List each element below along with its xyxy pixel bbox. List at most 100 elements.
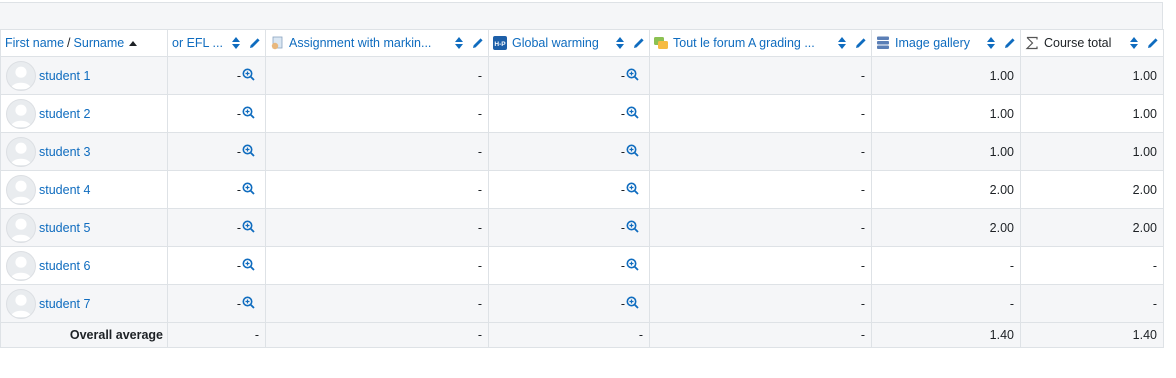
student-name-link[interactable]: student 7 — [39, 297, 90, 311]
student-row: student 5- - - -2.00 2.00 — [0, 208, 1164, 247]
grade-cell[interactable]: - — [649, 246, 872, 285]
average-cell: 1.40 — [1020, 322, 1164, 348]
grade-cell[interactable]: - — [871, 284, 1021, 323]
column-title-link[interactable]: Image gallery — [895, 36, 970, 50]
grade-analysis-zoom-icon[interactable] — [625, 182, 639, 198]
student-row: student 6------ — [0, 246, 1164, 285]
student-name-link[interactable]: student 3 — [39, 145, 90, 159]
overall-average-row: Overall average - - - - 1.40 1.40 — [0, 322, 1164, 348]
grade-cell[interactable]: 1.00 — [871, 132, 1021, 171]
grade-cell[interactable]: - — [167, 56, 266, 95]
student-name-link[interactable]: student 4 — [39, 183, 90, 197]
grade-cell[interactable]: - — [265, 246, 489, 285]
grade-analysis-zoom-icon[interactable] — [625, 296, 639, 312]
grade-cell[interactable]: - — [488, 56, 650, 95]
course-total-cell: - — [1020, 246, 1164, 285]
avatar[interactable] — [6, 136, 36, 167]
edit-pencil-icon[interactable] — [855, 37, 867, 49]
avatar[interactable] — [6, 60, 36, 91]
sort-by-first-name-link[interactable]: First name — [5, 36, 64, 50]
grade-cell[interactable]: - — [167, 284, 266, 323]
grade-cell[interactable]: - — [488, 246, 650, 285]
course-total-cell: 2.00 — [1020, 170, 1164, 209]
grade-cell[interactable]: - — [649, 208, 872, 247]
avatar[interactable] — [6, 250, 36, 281]
course-total-cell: 2.00 — [1020, 208, 1164, 247]
forum-icon — [654, 36, 668, 50]
grade-cell[interactable]: - — [265, 284, 489, 323]
average-cell: - — [265, 322, 489, 348]
grade-cell[interactable]: - — [167, 94, 266, 133]
grade-analysis-zoom-icon[interactable] — [241, 106, 255, 122]
student-name-link[interactable]: student 5 — [39, 221, 90, 235]
grade-cell[interactable]: - — [167, 170, 266, 209]
grade-analysis-zoom-icon[interactable] — [625, 258, 639, 274]
grade-cell[interactable]: - — [265, 94, 489, 133]
average-cell: - — [488, 322, 650, 348]
grade-cell[interactable]: 1.00 — [871, 94, 1021, 133]
student-name-link[interactable]: student 6 — [39, 259, 90, 273]
grade-analysis-zoom-icon[interactable] — [241, 220, 255, 236]
grade-cell[interactable]: - — [265, 132, 489, 171]
column-title-link[interactable]: Tout le forum A grading ... — [673, 36, 815, 50]
grade-analysis-zoom-icon[interactable] — [625, 144, 639, 160]
sort-icon[interactable] — [986, 36, 996, 50]
grade-analysis-zoom-icon[interactable] — [241, 68, 255, 84]
avatar[interactable] — [6, 212, 36, 243]
sort-ascending-icon[interactable] — [129, 40, 138, 46]
grade-cell[interactable]: 2.00 — [871, 170, 1021, 209]
grade-cell[interactable]: - — [649, 56, 872, 95]
grade-cell[interactable]: 1.00 — [871, 56, 1021, 95]
grade-analysis-zoom-icon[interactable] — [625, 220, 639, 236]
student-row: student 7------ — [0, 284, 1164, 323]
grade-cell[interactable]: - — [488, 132, 650, 171]
edit-pencil-icon[interactable] — [1004, 37, 1016, 49]
edit-pencil-icon[interactable] — [633, 37, 645, 49]
avatar[interactable] — [6, 98, 36, 129]
grade-cell[interactable]: - — [649, 284, 872, 323]
edit-pencil-icon[interactable] — [249, 37, 261, 49]
grader-table: First name / Surname or EFL ... Assignme… — [0, 29, 1164, 348]
course-total-cell: 1.00 — [1020, 132, 1164, 171]
column-title-link[interactable]: Assignment with markin... — [289, 36, 431, 50]
grade-cell[interactable]: - — [167, 132, 266, 171]
student-name-link[interactable]: student 1 — [39, 69, 90, 83]
grade-cell[interactable]: - — [488, 208, 650, 247]
sort-icon[interactable] — [231, 36, 241, 50]
student-name-link[interactable]: student 2 — [39, 107, 90, 121]
grade-cell[interactable]: - — [265, 170, 489, 209]
sort-by-surname-link[interactable]: Surname — [74, 36, 125, 50]
grade-cell[interactable]: - — [265, 56, 489, 95]
student-name-cell: student 6 — [0, 246, 168, 285]
sort-icon[interactable] — [454, 36, 464, 50]
sort-icon[interactable] — [837, 36, 847, 50]
avatar[interactable] — [6, 288, 36, 319]
grade-cell[interactable]: 2.00 — [871, 208, 1021, 247]
grade-cell[interactable]: - — [167, 246, 266, 285]
column-title-link[interactable]: or EFL ... — [172, 36, 223, 50]
grade-cell[interactable]: - — [265, 208, 489, 247]
grade-cell[interactable]: - — [871, 246, 1021, 285]
avatar[interactable] — [6, 174, 36, 205]
student-name-cell: student 2 — [0, 94, 168, 133]
grade-cell[interactable]: - — [488, 284, 650, 323]
column-title-link[interactable]: Global warming — [512, 36, 599, 50]
grade-cell[interactable]: - — [649, 94, 872, 133]
sort-icon[interactable] — [1129, 36, 1139, 50]
student-name-cell: student 7 — [0, 284, 168, 323]
grade-cell[interactable]: - — [649, 170, 872, 209]
edit-pencil-icon[interactable] — [1147, 37, 1159, 49]
grade-analysis-zoom-icon[interactable] — [241, 296, 255, 312]
header-col-1: or EFL ... — [167, 29, 266, 57]
grade-analysis-zoom-icon[interactable] — [241, 144, 255, 160]
grade-analysis-zoom-icon[interactable] — [625, 106, 639, 122]
grade-cell[interactable]: - — [167, 208, 266, 247]
grade-cell[interactable]: - — [488, 170, 650, 209]
edit-pencil-icon[interactable] — [472, 37, 484, 49]
grade-analysis-zoom-icon[interactable] — [625, 68, 639, 84]
grade-analysis-zoom-icon[interactable] — [241, 182, 255, 198]
grade-cell[interactable]: - — [649, 132, 872, 171]
sort-icon[interactable] — [615, 36, 625, 50]
grade-analysis-zoom-icon[interactable] — [241, 258, 255, 274]
grade-cell[interactable]: - — [488, 94, 650, 133]
